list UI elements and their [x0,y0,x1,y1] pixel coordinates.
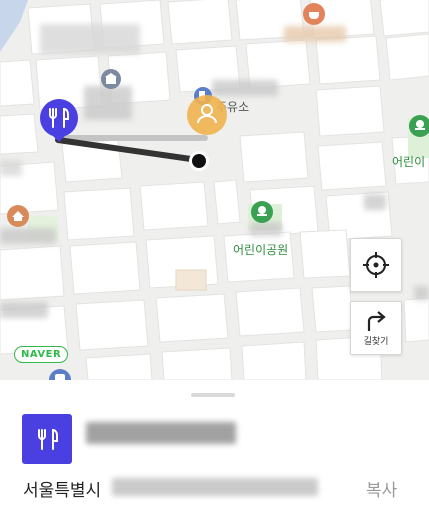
place-category-badge [22,414,72,464]
address-text: 서울특별시 [23,476,101,501]
blurred-label [84,86,132,120]
drag-handle[interactable] [191,393,235,397]
turn-right-arrow-icon [367,311,386,331]
directions-button[interactable]: 길찾기 [350,301,402,355]
cafe-icon[interactable] [302,2,326,26]
destination-marker[interactable] [38,97,80,143]
naver-logo: NAVER [14,346,69,363]
map-view[interactable]: 주유소 어린이공원 어린이 길찾기 NAVER [0,0,429,380]
blurred-label [40,24,140,54]
blurred-label [414,286,429,300]
park-icon[interactable] [250,200,274,224]
copy-address-button[interactable]: 복사 [366,476,397,501]
blurred-label [0,160,22,176]
gas-station-marker[interactable] [186,94,228,136]
current-location-dot [189,151,209,171]
playground-label[interactable]: 어린이공원 [233,241,288,258]
fork-knife-icon [38,428,58,450]
address-blurred [112,478,318,496]
blurred-label [0,228,56,244]
locate-me-button[interactable] [350,238,402,292]
park-icon[interactable] [408,114,429,138]
bus-stop-icon[interactable] [48,368,72,380]
home-icon[interactable] [6,204,30,228]
blurred-label [284,26,346,42]
directions-label: 길찾기 [363,337,389,347]
crosshair-icon [363,252,389,278]
playground-label[interactable]: 어린이 [392,153,425,170]
blurred-label [250,222,282,236]
address-prefix: 서울특별시 [23,481,102,501]
place-name-blurred [86,422,236,444]
blurred-label [364,194,386,210]
government-building-icon[interactable] [100,68,122,90]
blurred-label [0,302,48,318]
place-info-sheet[interactable]: 서울특별시 복사 [0,380,429,507]
